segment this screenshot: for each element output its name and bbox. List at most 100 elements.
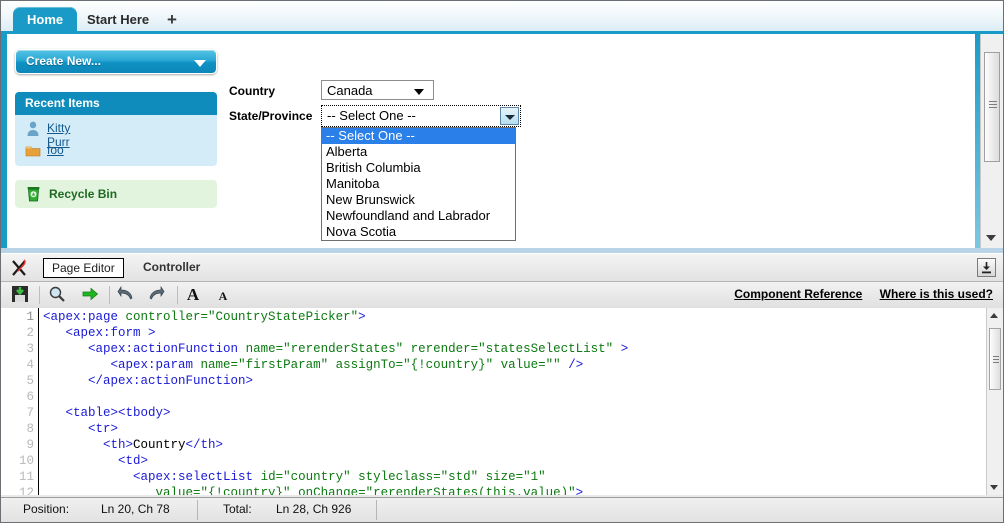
code-line[interactable]: <table><tbody> — [43, 406, 171, 420]
code-line[interactable]: <apex:param name="firstParam" assignTo="… — [43, 358, 583, 372]
position-value: Ln 20, Ch 78 — [101, 502, 170, 516]
scrollbar-thumb[interactable] — [984, 52, 1000, 162]
pane-divider — [1, 248, 1003, 253]
state-select[interactable]: -- Select One -- — [321, 105, 521, 127]
page-scrollbar[interactable] — [980, 34, 1003, 253]
state-option[interactable]: British Columbia — [322, 160, 515, 176]
total-value: Ln 28, Ch 926 — [276, 502, 351, 516]
code-line[interactable]: <apex:actionFunction name="rerenderState… — [43, 342, 628, 356]
line-number: 10 — [2, 454, 34, 468]
recycle-bin-label: Recycle Bin — [49, 187, 117, 201]
country-select[interactable]: Canada — [321, 80, 434, 100]
line-number: 1 — [2, 310, 34, 324]
state-option[interactable]: Newfoundland and Labrador — [322, 208, 515, 224]
toolbar-separator — [177, 286, 178, 304]
code-editor[interactable]: 123456789101112 <apex:page controller="C… — [1, 308, 1003, 495]
country-select-value: Canada — [327, 83, 373, 98]
salesforce-body: Create New... Recent Items Kitty Purr — [1, 34, 1003, 253]
state-dropdown-list[interactable]: -- Select One --AlbertaBritish ColumbiaM… — [321, 127, 516, 241]
where-is-this-used-link[interactable]: Where is this used? — [880, 287, 993, 301]
editor-tab-bar: Page Editor Controller — [1, 254, 1003, 282]
toolbar-separator — [39, 286, 40, 304]
line-number: 4 — [2, 358, 34, 372]
component-reference-link[interactable]: Component Reference — [734, 287, 862, 301]
state-option[interactable]: New Brunswick — [322, 192, 515, 208]
code-line[interactable]: </apex:actionFunction> — [43, 374, 253, 388]
save-icon[interactable] — [11, 285, 31, 305]
scroll-up-arrow-icon[interactable] — [990, 313, 998, 318]
line-number: 5 — [2, 374, 34, 388]
salesforce-pane: Home Start Here + Create New... Recent I… — [1, 1, 1003, 253]
state-option[interactable]: Alberta — [322, 144, 515, 160]
position-label: Position: — [23, 502, 69, 516]
tab-controller[interactable]: Controller — [135, 258, 208, 278]
scrollbar-grip-icon — [989, 101, 997, 102]
recent-items-header: Recent Items — [15, 92, 217, 115]
state-option[interactable]: Manitoba — [322, 176, 515, 192]
tab-start-here[interactable]: Start Here — [73, 7, 163, 34]
toolbar-separator — [109, 286, 110, 304]
person-icon — [25, 121, 41, 137]
primary-tab-bar: Home Start Here + — [1, 1, 1003, 34]
force-logo-icon — [9, 258, 33, 278]
editor-toolbar: A A Component Reference Where is this us… — [1, 282, 1003, 309]
state-label: State/Province — [229, 109, 312, 123]
line-number: 6 — [2, 390, 34, 404]
folder-icon — [25, 143, 41, 159]
code-scrollbar[interactable] — [986, 308, 1003, 495]
state-option[interactable]: -- Select One -- — [322, 128, 515, 144]
toolbar-links: Component Reference Where is this used? — [720, 287, 993, 301]
chevron-down-icon — [194, 60, 206, 67]
increase-font-icon[interactable]: A — [183, 285, 203, 305]
status-separator — [197, 500, 198, 520]
line-number: 7 — [2, 406, 34, 420]
developer-console-pane: Page Editor Controller — [1, 254, 1003, 522]
recent-items-list: Kitty Purr foo — [15, 115, 217, 166]
code-scrollbar-thumb[interactable] — [989, 328, 1001, 390]
code-line[interactable]: <apex:form > — [43, 326, 156, 340]
tab-page-editor[interactable]: Page Editor — [43, 258, 124, 278]
code-line[interactable]: <td> — [43, 454, 148, 468]
total-label: Total: — [223, 502, 252, 516]
code-line[interactable]: <apex:page controller="CountryStatePicke… — [43, 310, 366, 324]
scroll-down-arrow-icon[interactable] — [990, 485, 998, 490]
country-label: Country — [229, 84, 275, 98]
decrease-font-icon[interactable]: A — [213, 285, 233, 305]
list-item-link[interactable]: foo — [47, 143, 64, 157]
go-icon[interactable] — [81, 285, 101, 305]
left-edge-accent — [1, 34, 7, 253]
status-separator — [376, 500, 377, 520]
chevron-down-icon — [414, 89, 424, 95]
state-select-arrow-button[interactable] — [500, 107, 519, 125]
line-number: 3 — [2, 342, 34, 356]
tab-home[interactable]: Home — [13, 7, 77, 34]
scrollbar-grip-icon — [993, 356, 999, 357]
chevron-down-icon — [505, 115, 515, 120]
code-line[interactable]: value="{!country}" onChange="rerenderSta… — [43, 486, 583, 495]
line-number: 9 — [2, 438, 34, 452]
undo-icon[interactable] — [117, 285, 137, 305]
state-select-value: -- Select One -- — [327, 108, 416, 123]
line-number-gutter: 123456789101112 — [1, 308, 39, 495]
collapse-panel-button[interactable] — [977, 258, 996, 277]
create-new-label: Create New... — [26, 54, 101, 68]
find-icon[interactable] — [48, 285, 68, 305]
redo-icon[interactable] — [147, 285, 167, 305]
line-number: 11 — [2, 470, 34, 484]
code-line[interactable]: <th>Country</th> — [43, 438, 223, 452]
code-line[interactable]: <apex:selectList id="country" styleclass… — [43, 470, 546, 484]
code-line[interactable]: <tr> — [43, 422, 118, 436]
state-option[interactable]: Nova Scotia — [322, 224, 515, 240]
create-new-button[interactable]: Create New... — [15, 49, 217, 74]
line-number: 8 — [2, 422, 34, 436]
sidebar: Create New... — [15, 49, 217, 74]
application-window: Home Start Here + Create New... Recent I… — [0, 0, 1004, 523]
line-number: 12 — [2, 486, 34, 495]
recycle-bin-icon — [25, 186, 42, 202]
line-number: 2 — [2, 326, 34, 340]
recycle-bin-panel[interactable]: Recycle Bin — [15, 180, 217, 208]
status-bar: Position: Ln 20, Ch 78 Total: Ln 28, Ch … — [1, 497, 1003, 522]
recent-items-title: Recent Items — [25, 96, 100, 110]
add-tab-icon[interactable]: + — [161, 10, 183, 30]
scroll-down-arrow-icon[interactable] — [986, 235, 996, 241]
